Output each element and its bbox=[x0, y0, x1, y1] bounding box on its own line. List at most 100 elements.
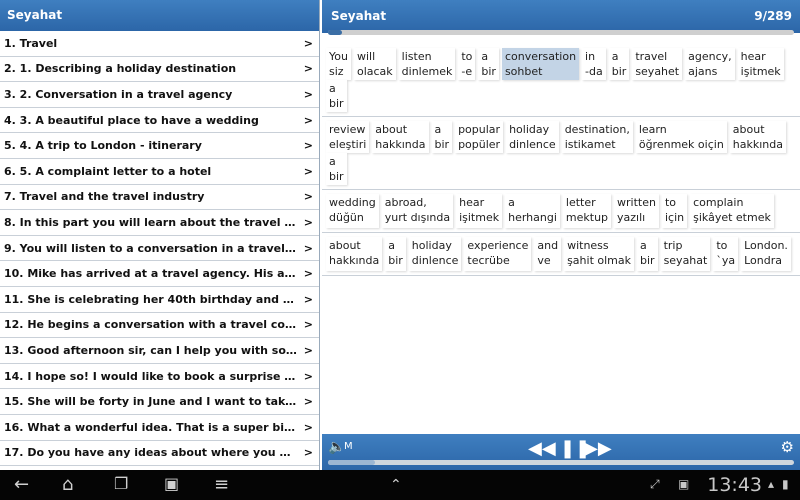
list-item-label: 3. 2. Conversation in a travel agency bbox=[4, 87, 233, 101]
word-chip[interactable]: You siz bbox=[326, 48, 351, 80]
list-item-label: 6. 5. A complaint letter to a hotel bbox=[4, 164, 212, 178]
word-chip[interactable]: a bir bbox=[478, 48, 499, 80]
word-english: listen bbox=[401, 50, 432, 63]
fast-forward-icon[interactable]: ▶▶ bbox=[584, 438, 612, 459]
word-chip[interactable]: a bir bbox=[431, 121, 453, 153]
word-translation: sohbet bbox=[504, 65, 543, 78]
word-chip[interactable]: a herhangi bbox=[505, 194, 560, 228]
settings-gear-icon[interactable]: ⚙ bbox=[781, 438, 794, 456]
word-chip[interactable]: wedding düğün bbox=[326, 194, 379, 228]
list-item[interactable]: 9. You will listen to a conversation in … bbox=[0, 236, 319, 262]
list-item[interactable]: 4. 3. A beautiful place to have a weddin… bbox=[0, 108, 319, 134]
word-chip[interactable]: to -e bbox=[458, 48, 476, 80]
list-item[interactable]: 16. What a wonderful idea. That is a sup… bbox=[0, 415, 319, 441]
word-chip[interactable]: a bir bbox=[608, 48, 630, 80]
word-chip[interactable]: listen dinlemek bbox=[398, 48, 456, 80]
word-chip[interactable]: trip seyahat bbox=[660, 237, 711, 271]
word-chip[interactable]: in -da bbox=[582, 48, 606, 80]
sentence-counter: 9/289 bbox=[754, 9, 792, 23]
word-chip[interactable]: destination, istikamet bbox=[561, 121, 633, 153]
list-item-label: 8. In this part you will learn about the… bbox=[4, 215, 299, 229]
up-arrow-icon[interactable]: ⌃ bbox=[390, 477, 402, 493]
list-item[interactable]: 13. Good afternoon sir, can I help you w… bbox=[0, 338, 319, 364]
list-item[interactable]: 3. 2. Conversation in a travel agency > bbox=[0, 82, 319, 108]
list-item[interactable]: 1. Travel > bbox=[0, 31, 319, 57]
word-chip[interactable]: hear işitmek bbox=[737, 48, 784, 80]
list-item[interactable]: 12. He begins a conversation with a trav… bbox=[0, 313, 319, 339]
list-item-label: 17. Do you have any ideas about where yo… bbox=[4, 446, 299, 460]
list-item[interactable]: 2. 1. Describing a holiday destination > bbox=[0, 57, 319, 83]
word-english: complain bbox=[693, 196, 744, 209]
word-chip[interactable]: experience tecrübe bbox=[464, 237, 532, 271]
word-translation: ve bbox=[537, 254, 551, 267]
list-item[interactable]: 6. 5. A complaint letter to a hotel > bbox=[0, 159, 319, 185]
speaker-icon[interactable]: 🔈 bbox=[328, 439, 345, 455]
word-translation: -da bbox=[585, 65, 603, 78]
word-chip[interactable]: travel seyahet bbox=[632, 48, 683, 80]
word-chip[interactable]: to için bbox=[661, 194, 688, 228]
word-chip[interactable]: review eleştiri bbox=[326, 121, 370, 153]
word-chip[interactable]: letter mektup bbox=[562, 194, 612, 228]
word-chip[interactable]: London. Londra bbox=[741, 237, 791, 271]
word-chip[interactable]: a bir bbox=[385, 237, 406, 271]
word-chip[interactable]: a bir bbox=[326, 153, 347, 185]
word-chip[interactable]: to `ya bbox=[713, 237, 739, 271]
chevron-right-icon: > bbox=[303, 395, 313, 409]
home-icon[interactable]: ⌂ bbox=[62, 474, 73, 495]
list-item-label: 14. I hope so! I would like to book a su… bbox=[4, 369, 299, 383]
word-chip[interactable]: holiday dinlence bbox=[506, 121, 559, 153]
back-icon[interactable]: ← bbox=[14, 474, 29, 495]
list-item-label: 10. Mike has arrived at a travel agency.… bbox=[4, 267, 299, 281]
word-chip[interactable]: about hakkında bbox=[372, 121, 429, 153]
word-chip[interactable]: complain şikâyet etmek bbox=[690, 194, 774, 228]
chevron-right-icon: > bbox=[303, 292, 313, 306]
list-item[interactable]: 14. I hope so! I would like to book a su… bbox=[0, 364, 319, 390]
audio-progress-fill bbox=[328, 460, 375, 465]
sentence-block: wedding düğün abroad, yurt dışında hear işitm… bbox=[322, 190, 800, 233]
word-chip[interactable]: written yazılı bbox=[614, 194, 659, 228]
word-chip[interactable]: abroad, yurt dışında bbox=[381, 194, 454, 228]
list-item[interactable]: 7. Travel and the travel industry > bbox=[0, 185, 319, 211]
word-chip[interactable]: will olacak bbox=[353, 48, 396, 80]
word-chip-highlighted[interactable]: conversation sohbet bbox=[501, 48, 580, 80]
word-chip[interactable]: a bir bbox=[637, 237, 658, 271]
word-translation: dinlence bbox=[509, 138, 556, 151]
word-chip[interactable]: popular popüler bbox=[455, 121, 504, 153]
word-translation: bir bbox=[329, 170, 344, 183]
reading-progress-bar[interactable] bbox=[328, 30, 794, 35]
list-item[interactable]: 5. 4. A trip to London - itinerary > bbox=[0, 133, 319, 159]
word-english: conversation bbox=[504, 50, 577, 63]
word-chip[interactable]: learn öğrenmek oiçin bbox=[635, 121, 727, 153]
word-chip[interactable]: about hakkında bbox=[326, 237, 383, 271]
list-item[interactable]: 11. She is celebrating her 40th birthday… bbox=[0, 287, 319, 313]
word-chip[interactable]: hear işitmek bbox=[456, 194, 503, 228]
word-chip[interactable]: holiday dinlence bbox=[408, 237, 462, 271]
word-english: agency, bbox=[688, 50, 732, 63]
word-translation: eleştiri bbox=[329, 138, 367, 151]
list-item[interactable]: 8. In this part you will learn about the… bbox=[0, 210, 319, 236]
word-translation: istikamet bbox=[564, 138, 616, 151]
list-item[interactable]: 17. Do you have any ideas about where yo… bbox=[0, 441, 319, 467]
word-english: to bbox=[461, 50, 473, 63]
menu-icon[interactable]: ≡ bbox=[214, 474, 229, 495]
word-chip[interactable]: about hakkında bbox=[729, 121, 787, 153]
word-chip[interactable]: agency, ajans bbox=[685, 48, 735, 80]
word-translation: `ya bbox=[716, 254, 736, 267]
word-translation: yurt dışında bbox=[384, 211, 451, 224]
bag-icon: ▣ bbox=[678, 477, 690, 491]
word-chip[interactable]: and ve bbox=[534, 237, 562, 271]
word-translation: işitmek bbox=[459, 211, 500, 224]
list-item[interactable]: 10. Mike has arrived at a travel agency.… bbox=[0, 261, 319, 287]
list-item-label: 11. She is celebrating her 40th birthday… bbox=[4, 292, 299, 306]
word-translation: bir bbox=[481, 65, 496, 78]
word-chip[interactable]: witness şahit olmak bbox=[564, 237, 634, 271]
rewind-icon[interactable]: ◀◀ bbox=[528, 438, 556, 459]
chevron-right-icon: > bbox=[303, 420, 313, 434]
audio-progress-bar[interactable] bbox=[328, 460, 794, 465]
screenshot-icon[interactable]: ▣ bbox=[164, 474, 179, 493]
word-english: You bbox=[329, 50, 348, 63]
word-chip[interactable]: a bir bbox=[326, 80, 347, 112]
list-item[interactable]: 15. She will be forty in June and I want… bbox=[0, 389, 319, 415]
chevron-right-icon: > bbox=[303, 369, 313, 383]
recent-apps-icon[interactable]: ❐ bbox=[114, 474, 128, 493]
